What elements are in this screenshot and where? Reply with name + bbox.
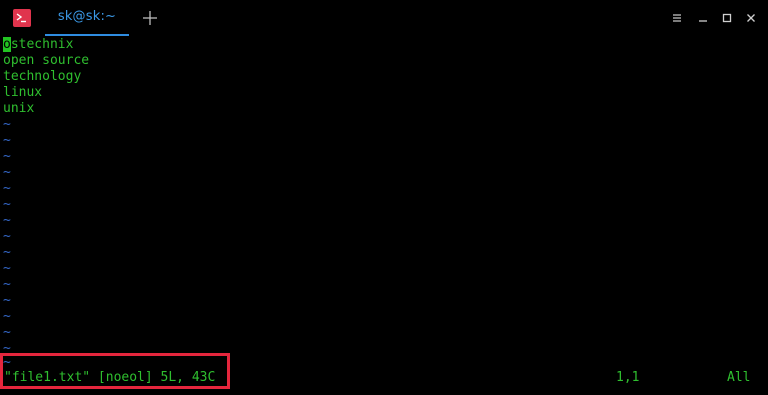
maximize-icon[interactable]: [720, 10, 734, 24]
editor-line: ostechnix: [3, 37, 74, 52]
highlight-annotation-box: [0, 353, 230, 389]
minimize-icon[interactable]: [696, 10, 710, 24]
empty-line-marker: ~: [3, 197, 11, 212]
hamburger-menu-icon[interactable]: [670, 10, 684, 24]
empty-line-marker: ~: [3, 277, 11, 292]
close-icon[interactable]: [744, 10, 758, 24]
tab-active[interactable]: sk@sk:~: [45, 0, 129, 36]
empty-line-marker: ~: [3, 325, 11, 340]
tab-title: sk@sk:~: [57, 9, 117, 24]
empty-line-marker: ~: [3, 165, 11, 180]
status-scroll-indicator: All: [727, 370, 751, 385]
editor-line: open source: [3, 53, 90, 68]
empty-line-marker: ~: [3, 245, 11, 260]
terminal-window: sk@sk:~ ostechnix open source technology…: [0, 0, 768, 395]
status-cursor-position: 1,1: [616, 370, 640, 385]
empty-line-marker: ~: [3, 149, 11, 164]
empty-line-marker: ~: [3, 117, 11, 132]
editor-line: linux: [3, 85, 43, 100]
plus-icon[interactable]: [140, 8, 160, 28]
empty-line-marker: ~: [3, 133, 11, 148]
editor-line: technology: [3, 69, 82, 84]
empty-line-marker: ~: [3, 261, 11, 276]
empty-line-marker: ~: [3, 181, 11, 196]
empty-line-marker: ~: [3, 213, 11, 228]
empty-line-marker: ~: [3, 229, 11, 244]
terminal-app-icon[interactable]: [13, 9, 31, 27]
empty-line-marker: ~: [3, 309, 11, 324]
empty-line-marker: ~: [3, 293, 11, 308]
editor-line: unix: [3, 101, 35, 116]
terminal-viewport[interactable]: ostechnix open source technology linux u…: [0, 37, 768, 395]
title-bar: sk@sk:~: [0, 0, 768, 36]
text-cursor: o: [3, 37, 11, 52]
